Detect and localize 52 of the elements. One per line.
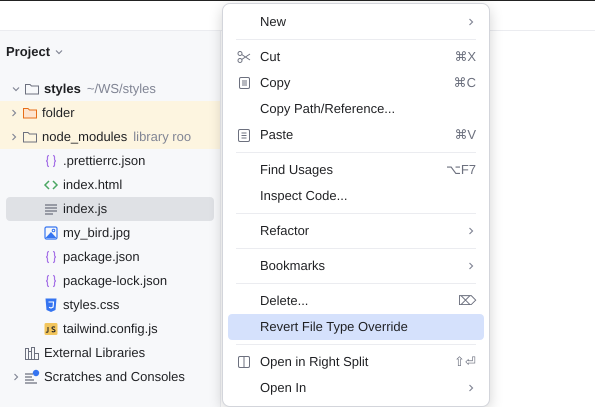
shortcut-text: ⌘X bbox=[454, 48, 476, 66]
tree-row[interactable]: External Libraries bbox=[6, 341, 214, 365]
shortcut-text: ⌥F7 bbox=[446, 161, 476, 180]
braces-icon bbox=[43, 249, 59, 265]
shortcut-text: ⌘V bbox=[454, 126, 476, 144]
menu-item[interactable]: Find Usages ⌥F7 bbox=[228, 157, 484, 183]
split-view-icon bbox=[236, 354, 252, 370]
image-icon bbox=[43, 225, 59, 241]
menu-item[interactable]: Refactor bbox=[228, 218, 484, 244]
library-icon bbox=[24, 345, 40, 361]
menu-item[interactable]: Copy Path/Reference... bbox=[228, 96, 484, 122]
path-hint: library roo bbox=[133, 128, 192, 146]
scratches-icon bbox=[24, 369, 40, 385]
menu-item[interactable]: Delete... ⌦ bbox=[228, 288, 484, 314]
menu-item[interactable]: Revert File Type Override bbox=[228, 314, 484, 340]
tree-row[interactable]: tailwind.config.js bbox=[6, 317, 214, 341]
menu-item[interactable]: Cut ⌘X bbox=[228, 44, 484, 70]
folder-icon bbox=[22, 129, 38, 145]
shortcut-text: ⌦ bbox=[458, 292, 476, 310]
menu-item[interactable]: Bookmarks bbox=[228, 253, 484, 279]
menu-item[interactable]: Copy ⌘C bbox=[228, 70, 484, 96]
copy-icon bbox=[236, 75, 252, 91]
folder-icon bbox=[22, 105, 38, 121]
tree-row[interactable]: package-lock.json bbox=[6, 269, 214, 293]
shield-icon bbox=[43, 297, 59, 313]
shortcut-text: ⌘C bbox=[454, 74, 476, 92]
tree-row[interactable]: folder bbox=[0, 101, 220, 125]
scissors-icon bbox=[236, 49, 252, 65]
js-file-icon bbox=[43, 321, 59, 337]
tree-row[interactable]: styles.css bbox=[6, 293, 214, 317]
braces-icon bbox=[43, 153, 59, 169]
tree-row[interactable]: styles ~/WS/styles bbox=[6, 77, 214, 101]
panel-title[interactable]: Project bbox=[6, 42, 50, 62]
tree-row[interactable]: index.js bbox=[6, 197, 214, 221]
menu-item[interactable]: New bbox=[228, 9, 484, 35]
folder-icon bbox=[24, 81, 40, 97]
menu-item[interactable]: Open in Right Split ⇧⏎ bbox=[228, 349, 484, 375]
shortcut-text: ⇧⏎ bbox=[454, 353, 476, 372]
menu-item[interactable]: Paste ⌘V bbox=[228, 122, 484, 148]
tree-row[interactable]: Scratches and Consoles bbox=[6, 365, 214, 389]
braces-icon bbox=[43, 273, 59, 289]
clipboard-icon bbox=[236, 127, 252, 143]
menu-item[interactable]: Inspect Code... bbox=[228, 183, 484, 209]
tree-row[interactable]: node_modules library roo bbox=[0, 125, 220, 149]
tree-row[interactable]: package.json bbox=[6, 245, 214, 269]
tree-row[interactable]: my_bird.jpg bbox=[6, 221, 214, 245]
tree-row[interactable]: index.html bbox=[6, 173, 214, 197]
tree-label: styles bbox=[44, 80, 81, 98]
path-hint: ~/WS/styles bbox=[86, 80, 156, 98]
tree-row[interactable]: .prettierrc.json bbox=[6, 149, 214, 173]
caret-icon[interactable] bbox=[54, 47, 64, 57]
menu-item[interactable]: Open In bbox=[228, 375, 484, 401]
